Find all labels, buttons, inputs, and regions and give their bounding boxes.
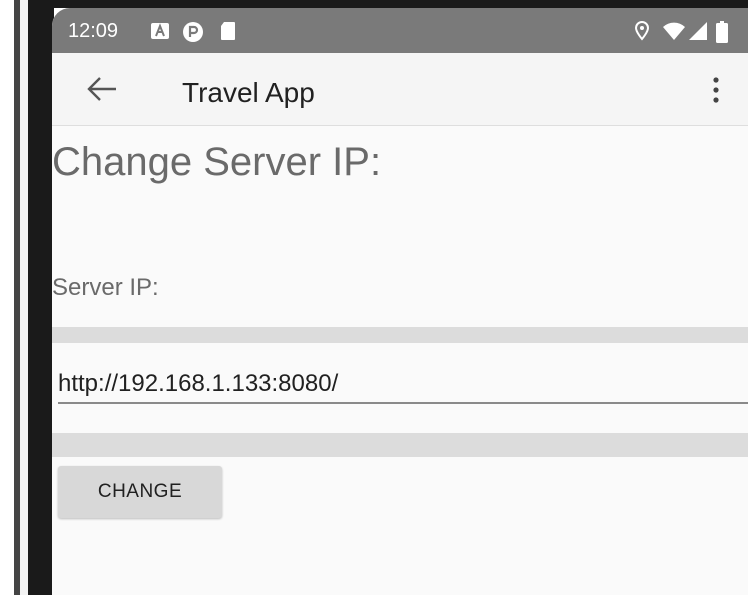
device-bezel-top: [28, 0, 748, 8]
cell-signal-icon: [689, 22, 707, 40]
server-ip-input[interactable]: [58, 366, 748, 404]
arrow-left-icon[interactable]: [86, 75, 118, 103]
server-ip-label: Server IP:: [52, 274, 159, 301]
divider-band: [52, 327, 748, 343]
device-bezel: [28, 0, 54, 595]
divider-band: [52, 433, 748, 457]
a-badge-icon: [151, 23, 169, 39]
status-time: 12:09: [68, 20, 119, 42]
app-title: Travel App: [182, 77, 315, 108]
device-edge: [0, 0, 14, 595]
location-icon: [634, 21, 650, 41]
change-button[interactable]: CHANGE: [58, 466, 222, 518]
wifi-icon: [663, 22, 685, 40]
phone-screen: 12:09 Travel App Change Server IP: Serve…: [52, 8, 748, 595]
app-bar: Travel App: [52, 53, 748, 126]
p-badge-icon: [183, 22, 203, 42]
device-bezel-gap: [20, 0, 28, 595]
battery-icon: [716, 21, 728, 43]
page-title: Change Server IP:: [52, 140, 382, 184]
more-vert-icon[interactable]: [706, 75, 726, 105]
status-bar: 12:09: [52, 8, 748, 53]
sd-card-icon: [221, 22, 235, 40]
